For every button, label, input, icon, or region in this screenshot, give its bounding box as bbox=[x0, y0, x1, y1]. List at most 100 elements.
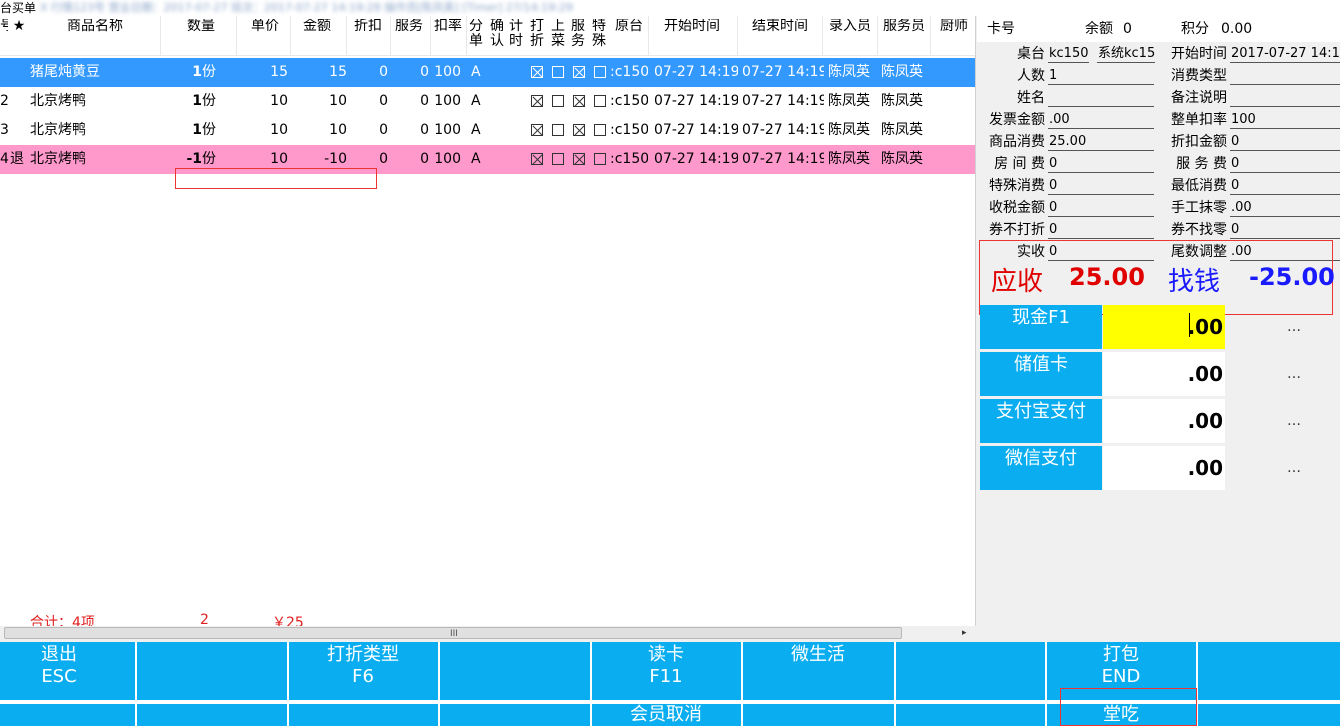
payment-method-button[interactable]: 微信支付 bbox=[980, 446, 1102, 490]
item-waiter: 陈凤英 bbox=[881, 122, 923, 138]
header-star: ★ bbox=[12, 19, 26, 34]
item-qty: 1 bbox=[192, 64, 202, 80]
field-value[interactable]: 100 bbox=[1230, 110, 1340, 129]
served-checkbox[interactable] bbox=[552, 153, 564, 165]
field-value[interactable]: 0 bbox=[1230, 132, 1340, 151]
service-checkbox[interactable] bbox=[573, 153, 585, 165]
item-rate: 100 bbox=[434, 93, 461, 109]
item-waiter: 陈凤英 bbox=[881, 93, 923, 109]
horizontal-scrollbar[interactable]: III ▸ bbox=[0, 626, 976, 642]
header-waiter[interactable]: 服务员 bbox=[878, 19, 930, 34]
payment-method-button[interactable]: 支付宝支付 bbox=[980, 399, 1102, 443]
field-value[interactable]: .00 bbox=[1048, 110, 1154, 129]
payment-amount-input[interactable]: .00 bbox=[1103, 305, 1225, 349]
item-waiter: 陈凤英 bbox=[881, 151, 923, 167]
row-number bbox=[0, 58, 10, 87]
row-flag bbox=[10, 87, 28, 116]
item-service: 0 bbox=[420, 151, 429, 167]
special-checkbox[interactable] bbox=[594, 124, 606, 136]
field-value[interactable]: kc150 bbox=[1048, 44, 1089, 63]
field-value[interactable]: 0 bbox=[1230, 220, 1340, 239]
field-value[interactable] bbox=[1048, 88, 1154, 107]
exit-button[interactable]: 退出 ESC bbox=[0, 644, 118, 688]
header-service[interactable]: 服务 bbox=[390, 19, 428, 34]
field-value[interactable]: .00 bbox=[1230, 198, 1340, 217]
header-discount[interactable]: 折扣 bbox=[348, 19, 388, 34]
served-checkbox[interactable] bbox=[552, 95, 564, 107]
more-options-icon[interactable]: … bbox=[1287, 352, 1307, 396]
field-value[interactable]: 0 bbox=[1048, 154, 1154, 173]
discount-type-button[interactable]: 打折类型 F6 bbox=[289, 644, 437, 688]
discounted-checkbox[interactable] bbox=[531, 153, 543, 165]
table-row[interactable]: 2 北京烤鸭 1 份 10 10 0 0 100 A:c150 07-27 14:19 07-27 1… bbox=[0, 87, 975, 116]
discounted-checkbox[interactable] bbox=[531, 66, 543, 78]
member-cancel-button[interactable]: 会员取消 bbox=[592, 704, 740, 726]
scrollbar-thumb[interactable]: III bbox=[4, 627, 902, 639]
header-price[interactable]: 单价 bbox=[240, 19, 290, 34]
row-flag bbox=[10, 58, 28, 87]
special-checkbox[interactable] bbox=[594, 153, 606, 165]
item-name: 北京烤鸭 bbox=[30, 93, 86, 109]
order-grid: 号 ★ 商品名称 数量 单价 金额 折扣 服务 扣率 分单 确认 计时 打折 上… bbox=[0, 16, 976, 626]
row-flag: 退 bbox=[10, 151, 24, 167]
payment-amount-input[interactable]: .00 bbox=[1103, 446, 1225, 490]
served-checkbox[interactable] bbox=[552, 124, 564, 136]
field-value[interactable]: 0 bbox=[1230, 154, 1340, 173]
item-price: 10 bbox=[270, 122, 288, 138]
header-timed[interactable]: 计时 bbox=[508, 19, 524, 49]
more-options-icon[interactable]: … bbox=[1287, 399, 1307, 443]
served-checkbox[interactable] bbox=[552, 66, 564, 78]
special-checkbox[interactable] bbox=[594, 95, 606, 107]
change-value: -25.00 bbox=[1249, 263, 1335, 291]
header-table-no[interactable]: 原台 bbox=[612, 19, 646, 34]
discounted-checkbox[interactable] bbox=[531, 124, 543, 136]
header-name[interactable]: 商品名称 bbox=[30, 19, 160, 34]
header-split[interactable]: 分单 bbox=[468, 19, 484, 49]
field-value[interactable]: 25.00 bbox=[1048, 132, 1154, 151]
field-value[interactable]: 0 bbox=[1230, 176, 1340, 195]
item-end-time: 07-27 14:19 bbox=[742, 122, 824, 138]
header-served[interactable]: 上菜 bbox=[550, 19, 566, 49]
more-options-icon[interactable]: … bbox=[1287, 305, 1307, 349]
header-amount[interactable]: 金额 bbox=[292, 19, 342, 34]
field-value[interactable]: 2017-07-27 14:19 bbox=[1230, 44, 1340, 63]
takeaway-button[interactable]: 打包 END bbox=[1047, 644, 1195, 688]
read-card-button[interactable]: 读卡 F11 bbox=[592, 644, 740, 688]
payment-method-button[interactable]: 现金F1 bbox=[980, 305, 1102, 349]
field-value[interactable]: 0 bbox=[1048, 220, 1154, 239]
field-value[interactable]: 0 bbox=[1048, 176, 1154, 195]
service-checkbox[interactable] bbox=[573, 66, 585, 78]
header-qty[interactable]: 数量 bbox=[172, 19, 230, 34]
table-row[interactable]: 4 退北京烤鸭 -1 份 10 -10 0 0 100 A:c150 07-27 14:19 07-2… bbox=[0, 145, 975, 174]
field-value[interactable] bbox=[1230, 88, 1340, 107]
payment-amount-input[interactable]: .00 bbox=[1103, 399, 1225, 443]
more-options-icon[interactable]: … bbox=[1287, 446, 1307, 490]
table-row[interactable]: 3 北京烤鸭 1 份 10 10 0 0 100 A:c150 07-27 14:19 07-27 1… bbox=[0, 116, 975, 145]
service-checkbox[interactable] bbox=[573, 124, 585, 136]
table-row[interactable]: 猪尾炖黄豆 1 份 15 15 0 0 100 A:c150 07-27 14:19 07-27 1… bbox=[0, 58, 975, 87]
header-svc[interactable]: 服务 bbox=[570, 19, 586, 49]
micro-life-button[interactable]: 微生活 bbox=[743, 644, 893, 666]
payment-method-button[interactable]: 储值卡 bbox=[980, 352, 1102, 396]
row-number: 3 bbox=[0, 122, 9, 138]
header-confirm[interactable]: 确认 bbox=[489, 19, 505, 49]
special-checkbox[interactable] bbox=[594, 66, 606, 78]
field-value[interactable] bbox=[1230, 66, 1340, 85]
payment-amount-input[interactable]: .00 bbox=[1103, 352, 1225, 396]
field-label: 消费类型 bbox=[1171, 68, 1227, 84]
header-special[interactable]: 特殊 bbox=[591, 19, 607, 49]
field-label: 服 务 费 bbox=[1176, 156, 1227, 172]
header-start-time[interactable]: 开始时间 bbox=[650, 19, 734, 34]
header-chef[interactable]: 厨师 bbox=[936, 19, 972, 34]
header-entry-clerk[interactable]: 录入员 bbox=[824, 19, 876, 34]
field-value-system[interactable]: 系统kc15 bbox=[1097, 44, 1155, 63]
discounted-checkbox[interactable] bbox=[531, 95, 543, 107]
field-value[interactable]: 0 bbox=[1048, 198, 1154, 217]
header-rate[interactable]: 扣率 bbox=[430, 19, 466, 34]
item-price: 10 bbox=[270, 93, 288, 109]
service-checkbox[interactable] bbox=[573, 95, 585, 107]
field-value[interactable]: 1 bbox=[1048, 66, 1154, 85]
header-end-time[interactable]: 结束时间 bbox=[740, 19, 820, 34]
header-discounted[interactable]: 打折 bbox=[529, 19, 545, 49]
scroll-right-arrow-icon[interactable]: ▸ bbox=[962, 626, 967, 640]
